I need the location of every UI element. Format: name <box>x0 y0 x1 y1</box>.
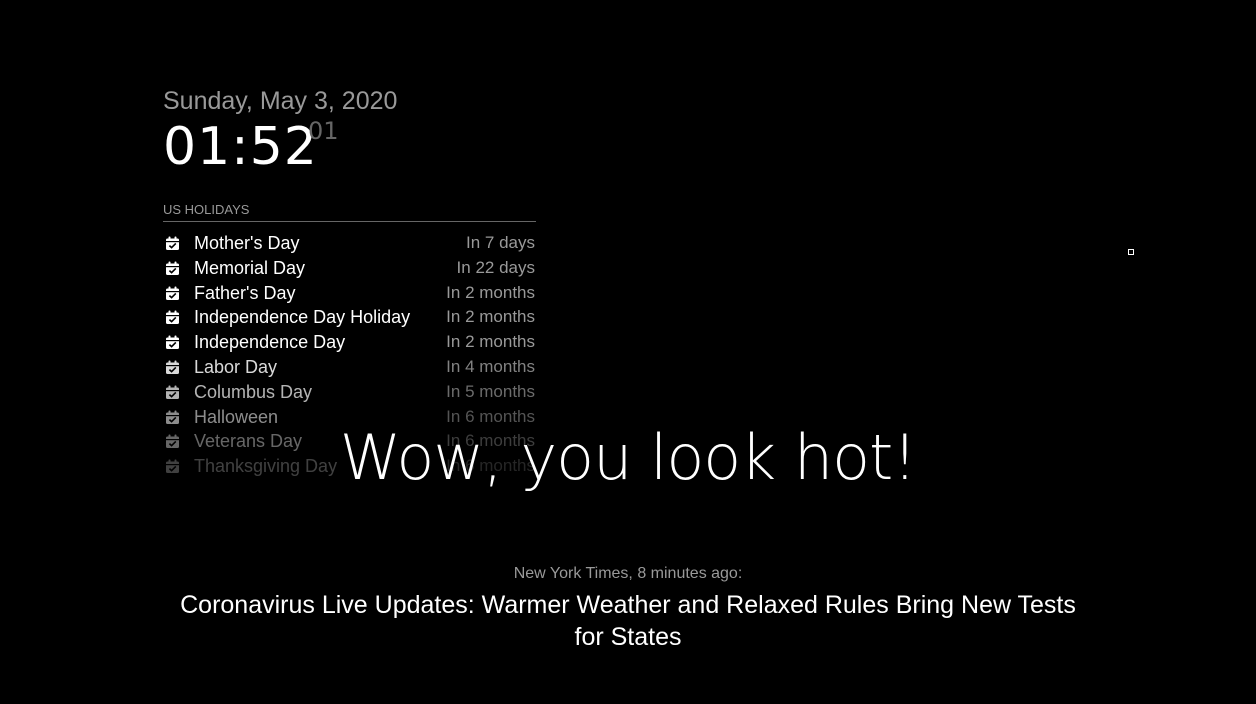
clock-time: 01:52 01 <box>163 117 397 177</box>
clock-hours-minutes: 01:52 <box>163 117 318 177</box>
clock-module: Sunday, May 3, 2020 01:52 01 <box>163 85 397 177</box>
calendar-event: Independence Day Holiday In 2 months <box>163 305 536 330</box>
calendar-event-title: Mother's Day <box>194 233 300 253</box>
newsfeed-source: New York Times, 8 minutes ago: <box>513 565 743 582</box>
calendar-event: Columbus Day In 5 months <box>163 380 536 405</box>
calendar-event-title: Memorial Day <box>194 257 306 278</box>
calendar-event-time: In 2 months <box>446 282 535 302</box>
calendar-event-time: In 7 days <box>466 233 535 252</box>
calendar-check-icon <box>165 236 180 251</box>
calendar-check-icon <box>165 360 180 375</box>
clock-date: Sunday, May 3, 2020 <box>163 87 398 115</box>
calendar-event-time: In 2 months <box>446 307 535 327</box>
calendar-check-icon <box>165 385 180 400</box>
calendar-event: Mother's Day In 7 days <box>163 231 536 256</box>
calendar-event: Labor Day In 4 months <box>163 355 536 380</box>
calendar-event: Memorial Day In 22 days <box>163 256 536 281</box>
calendar-event-title: Columbus Day <box>194 381 313 402</box>
calendar-event-title: Father's Day <box>194 282 296 303</box>
calendar-event-time: In 5 months <box>446 381 535 401</box>
calendar-check-icon <box>165 286 180 301</box>
newsfeed-module: New York Times, 8 minutes ago: Coronavir… <box>180 563 1076 653</box>
compliment-text: Wow, you look hot! <box>339 421 917 494</box>
calendar-check-icon <box>165 261 180 276</box>
calendar-event: Father's Day In 2 months <box>163 281 536 306</box>
calendar-event-title: Independence Day <box>194 332 346 353</box>
cursor-icon <box>1128 249 1134 255</box>
calendar-event-title: Labor Day <box>194 356 278 377</box>
calendar-event: Independence Day In 2 months <box>163 330 536 355</box>
calendar-check-icon <box>165 335 180 350</box>
calendar-event-time: In 4 months <box>446 356 535 376</box>
newsfeed-headline: Coronavirus Live Updates: Warmer Weather… <box>180 591 1076 651</box>
calendar-event-time: In 22 days <box>456 257 535 277</box>
calendar-check-icon <box>165 310 180 325</box>
calendar-event-title: Independence Day Holiday <box>194 307 411 328</box>
calendar-event-time: In 2 months <box>446 332 535 352</box>
calendar-header: US HOLIDAYS <box>163 200 536 222</box>
clock-seconds: 01 <box>308 117 339 145</box>
magic-mirror-screen: Sunday, May 3, 2020 01:52 01 US HOLIDAYS … <box>0 0 1256 704</box>
